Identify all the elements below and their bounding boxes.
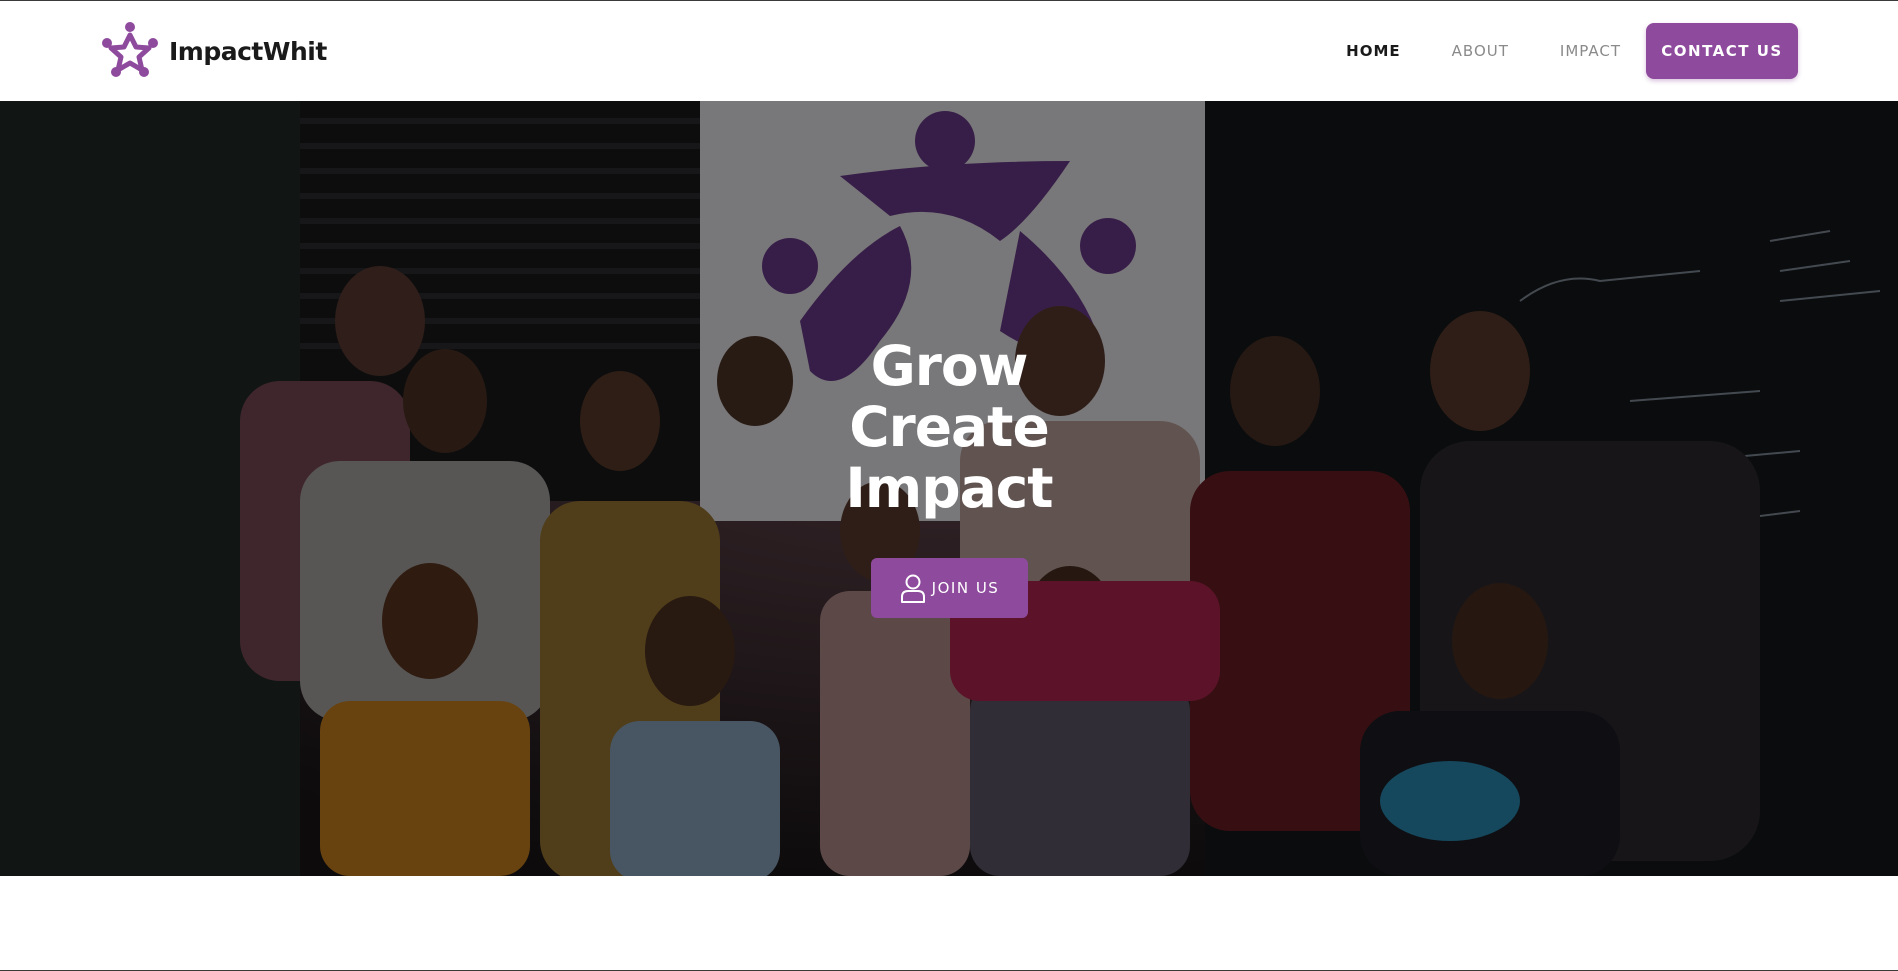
join-us-label: JOIN US xyxy=(931,579,1000,597)
user-icon xyxy=(900,574,925,603)
top-navbar: ImpactWhit HOME ABOUT IMPACT CONTACT US xyxy=(0,1,1898,101)
people-star-logo-icon xyxy=(102,22,158,77)
nav-about[interactable]: ABOUT xyxy=(1452,42,1509,60)
brand-name: ImpactWhit xyxy=(169,36,327,66)
brand-logo-link[interactable]: ImpactWhit xyxy=(99,20,327,82)
contact-us-button[interactable]: CONTACT US xyxy=(1646,23,1798,79)
nav-impact[interactable]: IMPACT xyxy=(1560,42,1621,60)
hero-line-impact: Impact xyxy=(845,456,1053,520)
hero-line-grow: Grow xyxy=(870,334,1029,398)
hero-line-create: Create xyxy=(849,395,1050,459)
main-nav: HOME ABOUT IMPACT CONTACT US xyxy=(1346,23,1798,79)
join-us-button[interactable]: JOIN US xyxy=(871,558,1028,618)
nav-home[interactable]: HOME xyxy=(1346,42,1400,60)
hero-section: Grow Create Impact JOIN US xyxy=(0,101,1898,876)
